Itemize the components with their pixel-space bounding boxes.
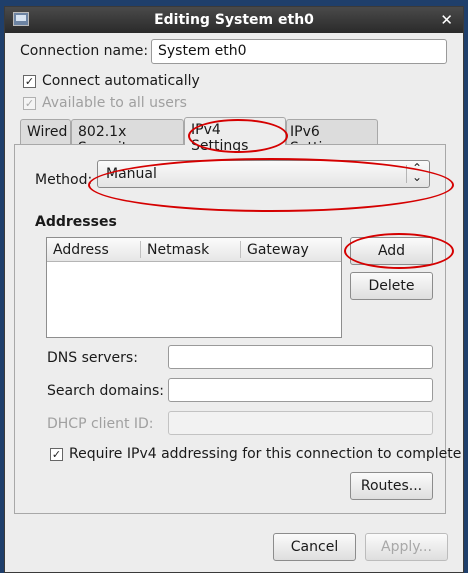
dhcp-client-id-label: DHCP client ID: — [47, 416, 154, 432]
tab-8021x-security[interactable]: 802.1x Security — [71, 119, 184, 156]
cancel-button[interactable]: Cancel — [273, 533, 356, 561]
dns-servers-input[interactable] — [168, 345, 433, 369]
delete-address-button[interactable]: Delete — [350, 272, 433, 300]
updown-arrows-icon: ⌃ ⌄ — [411, 161, 422, 184]
column-divider — [240, 241, 241, 258]
method-value: Manual — [106, 166, 157, 182]
connection-name-input[interactable]: System eth0 — [151, 39, 447, 64]
dns-servers-label: DNS servers: — [47, 350, 138, 366]
method-label: Method: — [35, 172, 93, 188]
column-gateway[interactable]: Gateway — [247, 242, 309, 258]
available-all-users-label: Available to all users — [42, 95, 187, 111]
close-icon[interactable]: ✕ — [440, 11, 453, 29]
add-address-button[interactable]: Add — [350, 237, 433, 265]
addresses-table-header: Address Netmask Gateway — [47, 238, 341, 262]
column-address[interactable]: Address — [53, 242, 109, 258]
apply-button: Apply... — [365, 533, 448, 561]
require-ipv4-checkbox[interactable]: ✓ — [50, 448, 63, 461]
tab-wired-label: Wired — [27, 124, 68, 140]
combo-separator — [406, 165, 407, 183]
routes-button[interactable]: Routes... — [350, 472, 433, 500]
addresses-table[interactable]: Address Netmask Gateway — [46, 237, 342, 338]
method-select[interactable]: Manual ⌃ ⌄ — [97, 160, 430, 188]
available-all-users-checkbox: ✓ — [23, 97, 36, 110]
tab-wired[interactable]: Wired — [20, 119, 71, 145]
addresses-heading: Addresses — [35, 214, 117, 230]
connection-name-label: Connection name: — [20, 43, 149, 59]
tab-ipv4-label: IPv4 Settings — [191, 122, 249, 154]
search-domains-label: Search domains: — [47, 383, 164, 399]
window-title: Editing System eth0 — [154, 12, 314, 28]
titlebar: Editing System eth0 ✕ — [5, 7, 463, 33]
tab-ipv4-settings[interactable]: IPv4 Settings — [184, 117, 286, 154]
require-ipv4-label: Require IPv4 addressing for this connect… — [69, 446, 462, 462]
connect-automatically-checkbox[interactable]: ✓ — [23, 75, 36, 88]
column-divider — [140, 241, 141, 258]
search-domains-input[interactable] — [168, 378, 433, 402]
column-netmask[interactable]: Netmask — [147, 242, 209, 258]
connect-automatically-label: Connect automatically — [42, 73, 200, 89]
tab-ipv6-settings[interactable]: IPv6 Settings — [286, 119, 378, 156]
dhcp-client-id-input — [168, 411, 433, 435]
